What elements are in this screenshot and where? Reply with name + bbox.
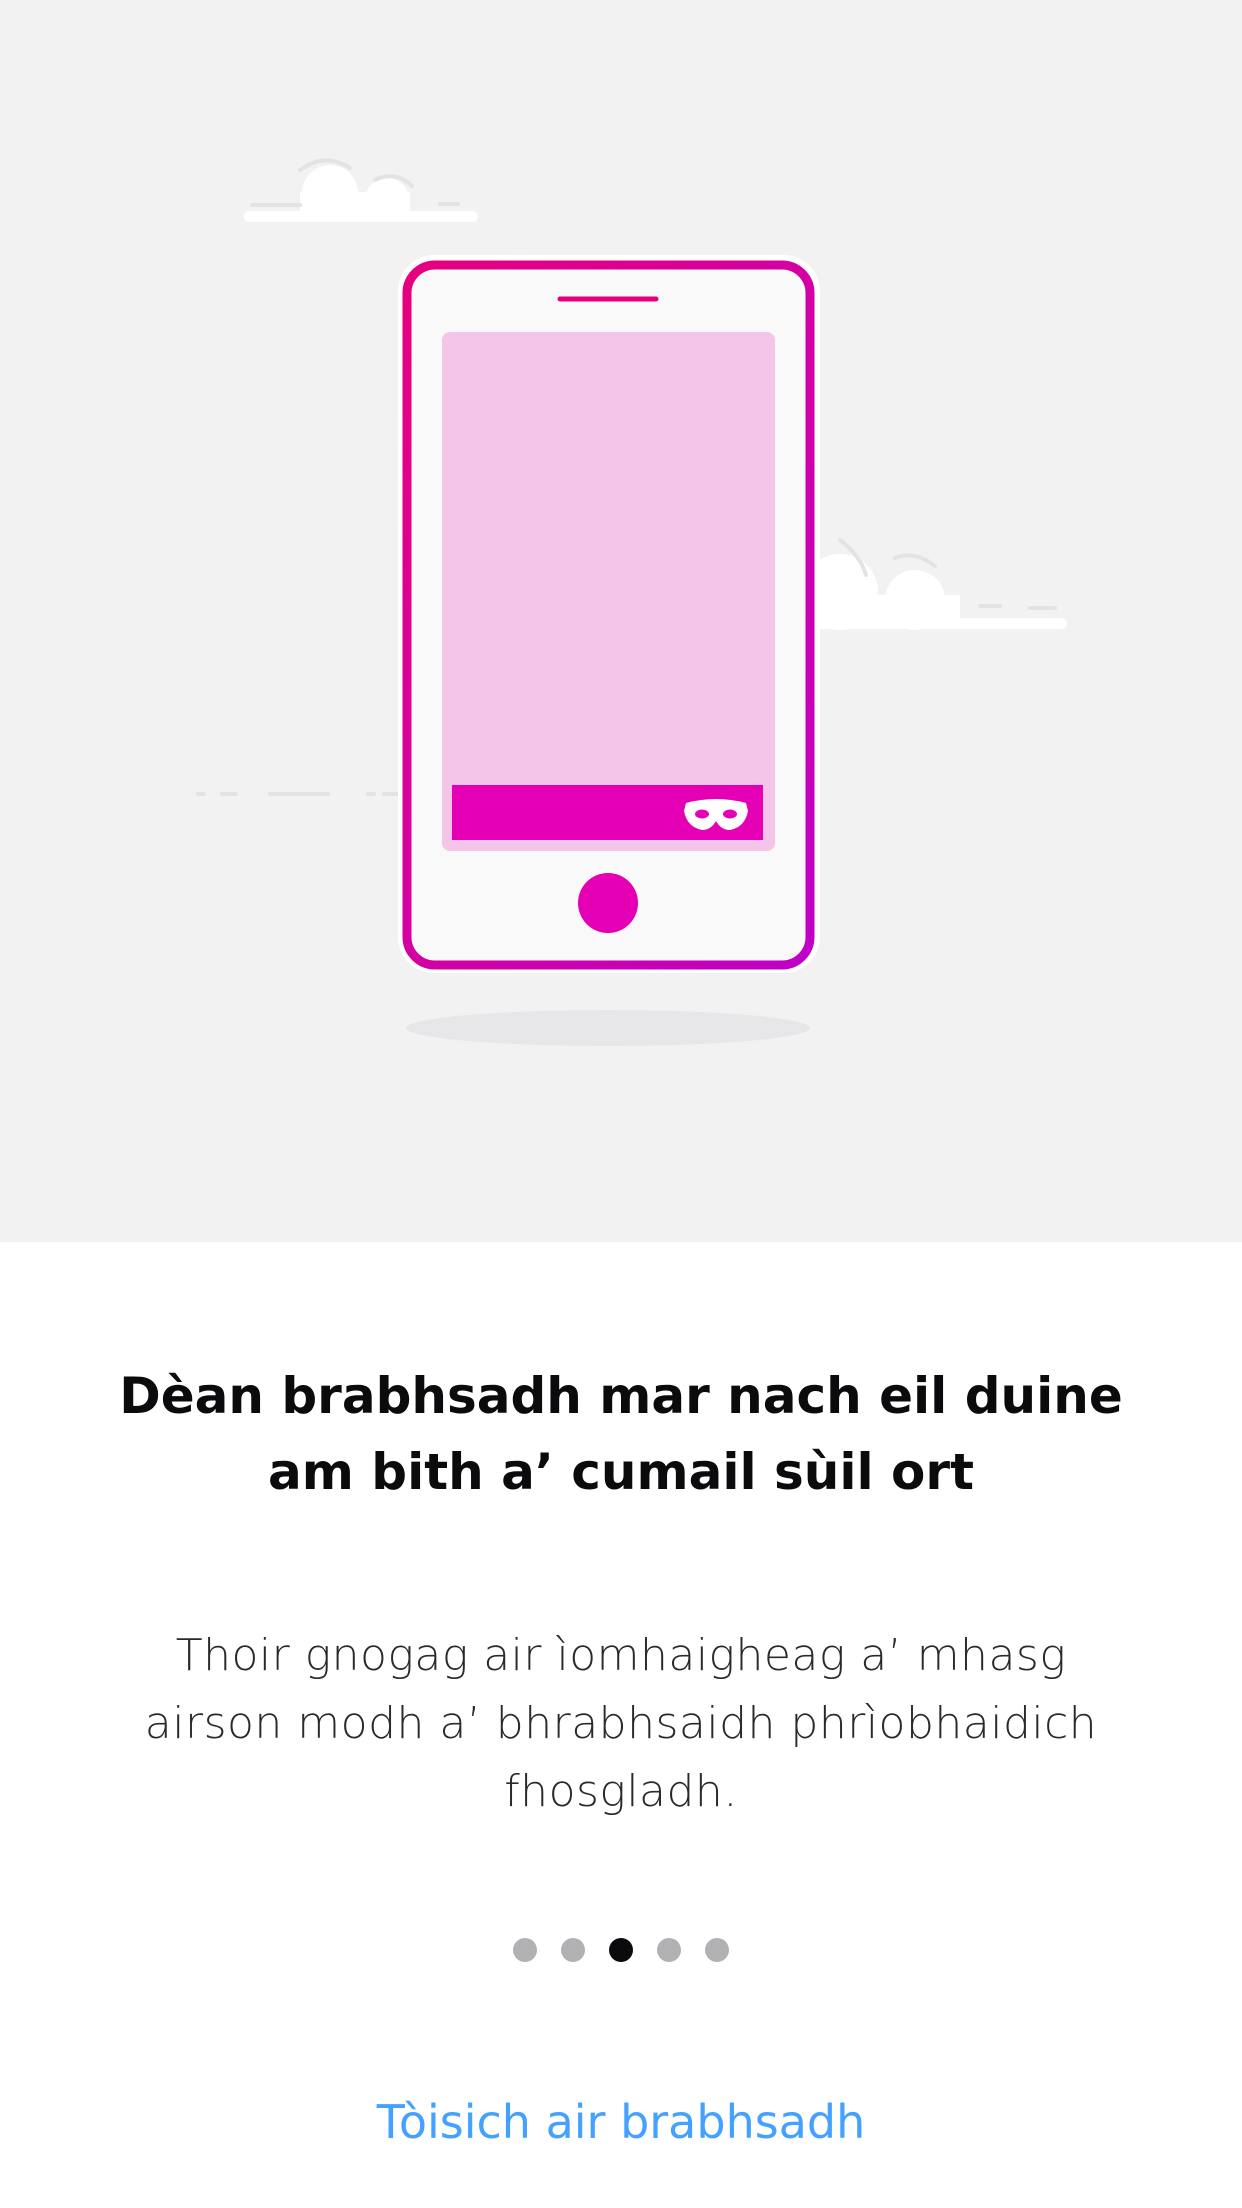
page-indicator (0, 1938, 1242, 1962)
onboarding-description: Thoir gnogag air ìomhaigheag a’ mhasg ai… (144, 1630, 1098, 1817)
phone-shadow (406, 1010, 810, 1046)
phone-graphic (398, 255, 820, 973)
private-browsing-phone-illustration (196, 158, 1067, 1046)
page-dot-2[interactable] (561, 1938, 585, 1962)
page-dot-4[interactable] (657, 1938, 681, 1962)
page-dot-5[interactable] (705, 1938, 729, 1962)
cloud-icon (244, 158, 478, 222)
start-browsing-button[interactable]: Tòisich air brabhsadh (0, 2090, 1242, 2154)
onboarding-title: Dèan brabhsadh mar nach eil duine am bit… (119, 1367, 1123, 1501)
onboarding-illustration-panel (0, 0, 1242, 1242)
page-dot-1[interactable] (513, 1938, 537, 1962)
page-dot-3-active[interactable] (609, 1938, 633, 1962)
home-button-graphic (578, 873, 638, 933)
cloud-icon (800, 538, 1067, 630)
